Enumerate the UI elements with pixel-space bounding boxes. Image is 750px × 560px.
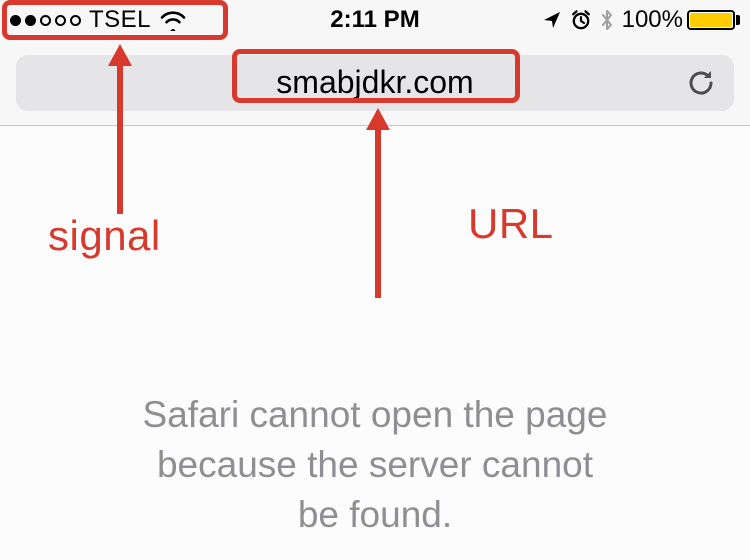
error-line: be found. <box>80 490 670 540</box>
annotation-label-url: URL <box>468 200 554 248</box>
error-line: Safari cannot open the page <box>80 390 670 440</box>
reload-icon[interactable] <box>684 66 718 100</box>
status-bar-time: 2:11 PM <box>330 6 419 34</box>
battery-indicator: 100% <box>622 6 740 34</box>
url-text: smabjdkr.com <box>276 64 473 101</box>
battery-icon <box>687 10 735 30</box>
status-bar-left: TSEL <box>10 6 187 34</box>
alarm-icon <box>570 9 592 31</box>
annotation-label-signal: signal <box>48 212 161 260</box>
cellular-signal-icon <box>10 15 81 26</box>
annotation-arrow-url <box>362 108 394 300</box>
status-bar-right: 100% <box>542 6 740 34</box>
location-icon <box>542 10 562 30</box>
battery-percentage: 100% <box>622 6 683 34</box>
url-field[interactable]: smabjdkr.com <box>16 55 734 111</box>
nav-bar: smabjdkr.com <box>0 40 750 126</box>
wifi-icon <box>159 9 187 31</box>
error-line: because the server cannot <box>80 440 670 490</box>
status-bar: TSEL 2:11 PM <box>0 0 750 40</box>
bluetooth-icon <box>600 9 614 31</box>
carrier-name: TSEL <box>89 6 151 34</box>
error-message: Safari cannot open the page because the … <box>0 390 750 540</box>
